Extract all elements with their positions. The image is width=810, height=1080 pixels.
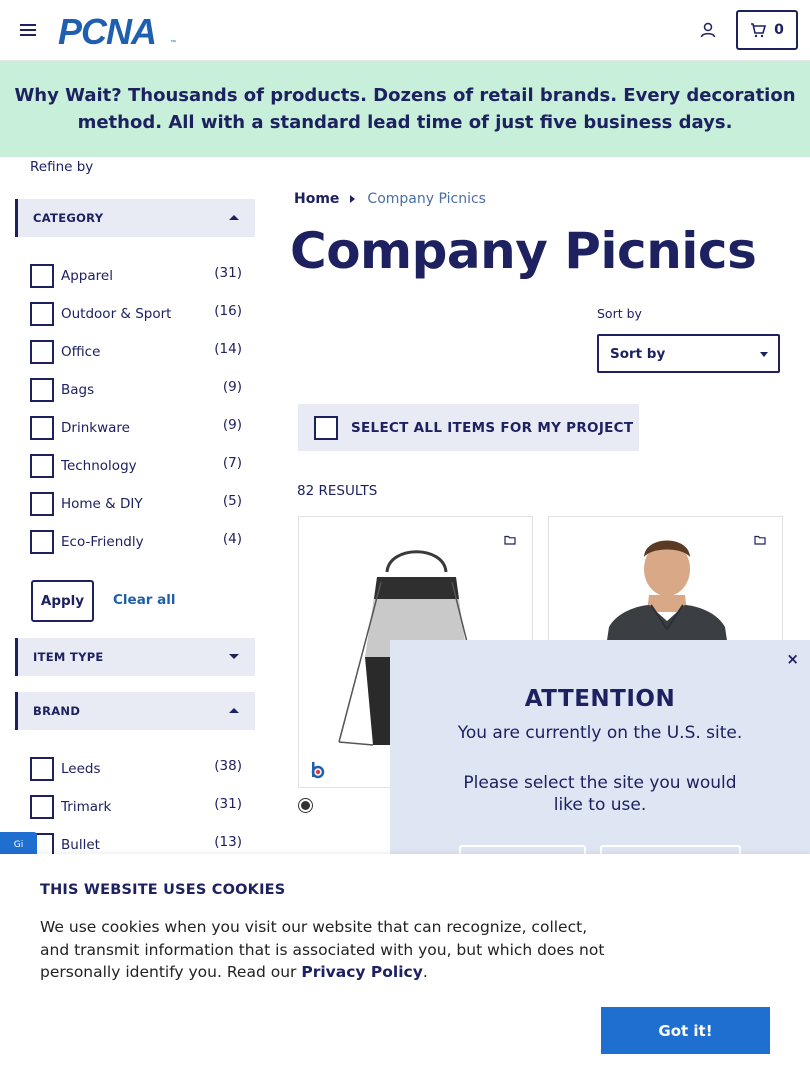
facet-header-category[interactable]: CATEGORY	[15, 199, 255, 237]
svg-text:™: ™	[170, 39, 176, 46]
facet-option-drinkware[interactable]: Drinkware (9)	[30, 414, 242, 442]
facet-option-bags[interactable]: Bags (9)	[30, 376, 242, 404]
brand-badge-icon	[311, 762, 325, 779]
cart-count: 0	[774, 22, 784, 38]
pcna-logo[interactable]: PCNA ™	[58, 13, 178, 47]
chevron-down-icon	[760, 352, 768, 357]
checkbox[interactable]	[30, 530, 54, 554]
got-it-button[interactable]: Got it!	[601, 1007, 770, 1054]
checkbox[interactable]	[314, 415, 338, 440]
folder-icon[interactable]	[504, 535, 516, 545]
folder-icon[interactable]	[754, 535, 766, 545]
breadcrumb: Home Company Picnics	[294, 191, 486, 207]
sort-label: Sort by	[597, 306, 642, 321]
checkbox[interactable]	[30, 378, 54, 402]
checkbox[interactable]	[30, 416, 54, 440]
caret-down-icon	[229, 654, 239, 659]
facet-option-apparel[interactable]: Apparel (31)	[30, 262, 242, 290]
facet-option-office[interactable]: Office (14)	[30, 338, 242, 366]
cart-button[interactable]: 0	[736, 10, 798, 50]
promo-banner: Why Wait? Thousands of products. Dozens …	[0, 61, 810, 157]
user-account-icon[interactable]	[699, 21, 717, 39]
facet-option-technology[interactable]: Technology (7)	[30, 452, 242, 480]
checkbox[interactable]	[30, 264, 54, 288]
site-selection-popup: × ATTENTION You are currently on the U.S…	[390, 640, 810, 875]
cookie-body: We use cookies when you visit our websit…	[40, 918, 605, 981]
facet-option-trimark[interactable]: Trimark (31)	[30, 793, 242, 821]
apply-button[interactable]: Apply	[31, 580, 94, 622]
page-title: Company Picnics	[290, 222, 757, 280]
facet-option-outdoor-sport[interactable]: Outdoor & Sport (16)	[30, 300, 242, 328]
checkbox[interactable]	[30, 454, 54, 478]
feedback-tab[interactable]: Gi	[0, 832, 37, 856]
facet-option-home-diy[interactable]: Home & DIY (5)	[30, 490, 242, 518]
caret-up-icon	[229, 708, 239, 713]
close-icon[interactable]: ×	[786, 650, 799, 668]
facet-option-leeds[interactable]: Leeds (38)	[30, 755, 242, 783]
refine-label: Refine by	[30, 159, 94, 175]
breadcrumb-home[interactable]: Home	[294, 191, 339, 207]
popup-line-current-site: You are currently on the U.S. site.	[457, 723, 743, 743]
sort-select[interactable]: Sort by	[597, 334, 780, 373]
cookie-banner: THIS WEBSITE USES COOKIES We use cookies…	[0, 854, 810, 1080]
popup-title: ATTENTION	[524, 686, 676, 712]
breadcrumb-separator-icon	[350, 195, 356, 203]
cart-icon	[751, 23, 767, 38]
select-all-items-toggle[interactable]: SELECT ALL ITEMS FOR MY PROJECT	[298, 404, 639, 451]
checkbox[interactable]	[30, 340, 54, 364]
banner-text: Thousands of products. Dozens of retail …	[77, 85, 796, 133]
facet-option-eco-friendly[interactable]: Eco-Friendly (4)	[30, 528, 242, 556]
checkbox[interactable]	[30, 795, 54, 819]
checkbox[interactable]	[30, 492, 54, 516]
menu-icon[interactable]	[20, 22, 36, 38]
caret-up-icon	[229, 215, 239, 220]
site-header: PCNA ™ 0	[0, 0, 810, 61]
facet-header-item-type[interactable]: ITEM TYPE	[15, 638, 255, 676]
privacy-policy-link[interactable]: Privacy Policy	[301, 963, 423, 981]
popup-line-select-site: Please select the site you would like to…	[463, 773, 737, 815]
results-count: 82 RESULTS	[297, 483, 378, 499]
cookie-heading: THIS WEBSITE USES COOKIES	[40, 882, 286, 898]
banner-lead: Why Wait?	[14, 85, 122, 106]
facet-header-brand[interactable]: BRAND	[15, 692, 255, 730]
color-swatch[interactable]	[298, 798, 313, 813]
checkbox[interactable]	[30, 302, 54, 326]
breadcrumb-current: Company Picnics	[367, 191, 486, 207]
checkbox[interactable]	[30, 757, 54, 781]
logo-text: PCNA	[58, 13, 156, 47]
clear-all-link[interactable]: Clear all	[113, 592, 176, 608]
